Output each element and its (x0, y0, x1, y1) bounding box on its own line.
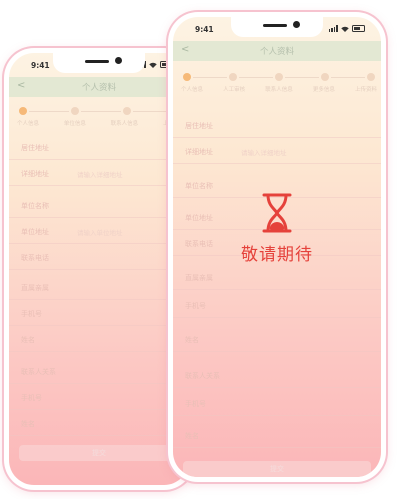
camera-icon (293, 21, 300, 28)
step-label: 个人信息 (181, 87, 204, 93)
form-field[interactable]: 联系人关系 (173, 363, 381, 388)
form-field[interactable]: 姓名 (173, 423, 381, 448)
form-field[interactable]: 手机号 (173, 293, 381, 318)
coming-soon-text: 敬请期待 (241, 245, 313, 265)
form-field[interactable]: 详细地址 请输入详细地址 (9, 161, 189, 186)
step-dot (123, 107, 131, 115)
notch (231, 17, 323, 37)
step-labels: 个人信息 人工审核 联系人信息 更多信息 上传资料 (181, 85, 377, 93)
form-field[interactable]: 直属亲属 (9, 275, 189, 300)
step-label: 联系人信息 (265, 87, 293, 93)
step-label: 单位信息 (63, 121, 86, 127)
step-label: 人工审核 (223, 87, 246, 93)
form-field[interactable]: 姓名 (173, 327, 381, 352)
step-label: 更多信息 (312, 87, 335, 93)
form-field[interactable]: 居住地址 (9, 135, 189, 160)
form-field[interactable]: 手机号 (9, 301, 189, 326)
signal-icon (328, 25, 338, 32)
step-dot (71, 107, 79, 115)
form-field[interactable]: 联系电话 (9, 245, 189, 270)
step-label: 个人信息 (17, 121, 40, 127)
form-field[interactable]: 直属亲属 (173, 265, 381, 290)
camera-icon (115, 57, 122, 64)
form-field[interactable]: 手机号 (173, 391, 381, 416)
battery-icon (352, 25, 365, 32)
status-time: 9:41 (195, 25, 214, 34)
wifi-icon (149, 62, 157, 68)
step-dot (183, 73, 191, 81)
submit-button[interactable]: 提交 (19, 445, 179, 461)
status-icons (328, 25, 365, 32)
step-dot (19, 107, 27, 115)
status-time: 9:41 (31, 61, 50, 70)
step-dot (321, 73, 329, 81)
front-phone-screen: 9:41 < 个人资料 个人信息 人工审核 联系人信息 更多信息 上传资料 居住… (173, 17, 381, 477)
form-field[interactable]: 详细地址 请输入详细地址 (173, 139, 381, 164)
step-indicator (19, 107, 183, 115)
nav-title: 个人资料 (259, 47, 294, 57)
form-field[interactable]: 姓名 (9, 327, 189, 352)
back-phone-mockup: 9:41 < 个人资料 个人信息 单位信息 联系人信息 上传资料 居住地址 详细… (4, 48, 194, 490)
nav-title: 个人资料 (81, 83, 116, 93)
form-field[interactable]: 单位地址 请输入单位地址 (9, 219, 189, 244)
form-field[interactable]: 联系人关系 (9, 359, 189, 384)
coming-soon-overlay: 敬请期待 (173, 192, 381, 265)
nav-bar: < 个人资料 (173, 41, 381, 61)
step-dot (367, 73, 375, 81)
submit-button[interactable]: 提交 (183, 461, 371, 477)
form-field[interactable]: 居住地址 (173, 113, 381, 138)
step-labels: 个人信息 单位信息 联系人信息 上传资料 (17, 119, 185, 127)
wifi-icon (341, 26, 349, 32)
step-indicator (183, 73, 375, 81)
hourglass-icon (262, 193, 292, 233)
step-label: 联系人信息 (110, 121, 139, 127)
form-field[interactable]: 姓名 (9, 411, 189, 436)
form-field[interactable]: 单位名称 (9, 193, 189, 218)
nav-bar: < 个人资料 (9, 77, 189, 97)
step-dot (275, 73, 283, 81)
step-dot (229, 73, 237, 81)
notch (53, 53, 145, 73)
back-phone-screen: 9:41 < 个人资料 个人信息 单位信息 联系人信息 上传资料 居住地址 详细… (9, 53, 189, 485)
form-field[interactable]: 手机号 (9, 385, 189, 410)
front-phone-mockup: 9:41 < 个人资料 个人信息 人工审核 联系人信息 更多信息 上传资料 居住… (168, 12, 386, 482)
step-label: 上传资料 (354, 87, 377, 93)
